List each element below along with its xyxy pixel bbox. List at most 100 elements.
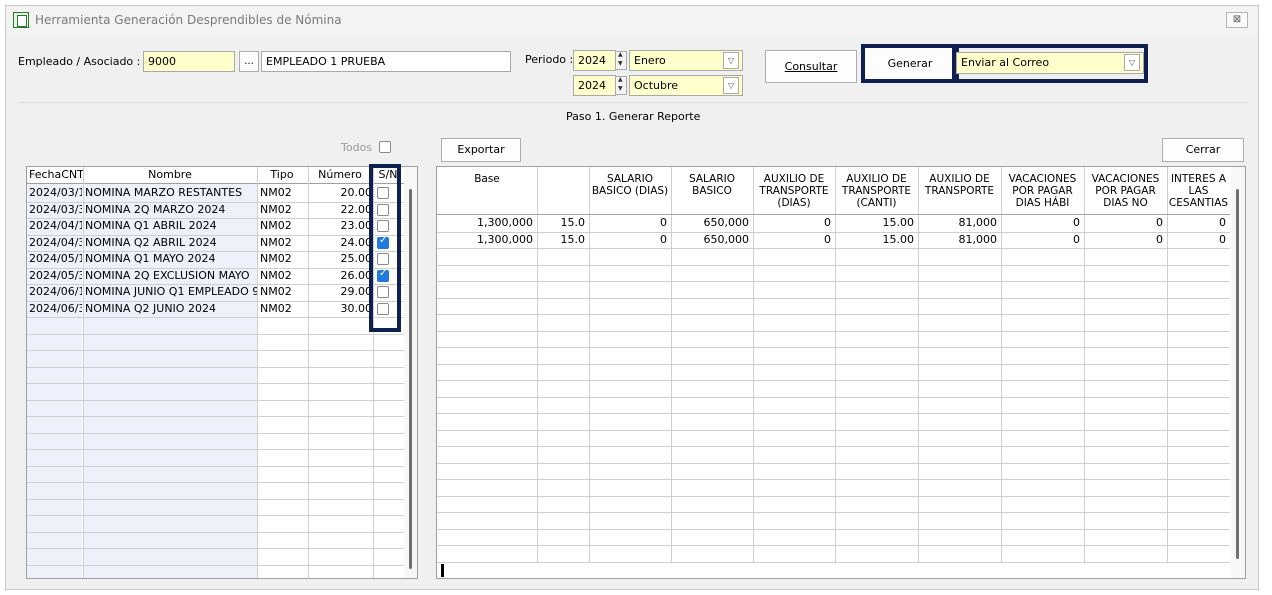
grid-row-divider [437, 413, 1230, 414]
table-row[interactable]: 2024/05/1 NOMINA Q1 MAYO 2024 NM02 25.00 [27, 251, 404, 268]
grid-row-divider [27, 449, 404, 450]
generar-button[interactable]: Generar [865, 48, 955, 79]
grid-row-divider [27, 482, 404, 483]
chevron-down-icon[interactable]: ▽ [723, 52, 739, 69]
cell-fecha: 2024/04/1 [29, 219, 82, 232]
todos-checkbox[interactable] [379, 141, 391, 153]
exportar-button[interactable]: Exportar [441, 138, 521, 162]
scroll-thumb[interactable] [1236, 189, 1239, 559]
grid-row-divider [437, 363, 1230, 365]
grid-row-divider [437, 512, 1230, 513]
cell-tipo: NM02 [260, 285, 292, 298]
cell-fecha: 2024/06/1 [29, 285, 82, 298]
report-column-header: SALARIO BASICO (DIAS) [591, 173, 669, 197]
close-button[interactable]: ⊠ [1226, 12, 1248, 28]
title-bar: Herramienta Generación Desprendibles de … [6, 6, 1258, 34]
grid-row-divider [437, 462, 1230, 464]
report-cell: 0 [1156, 232, 1163, 246]
cell-numero: 24.00 [340, 235, 373, 249]
cell-tipo: NM02 [260, 268, 292, 282]
table-row[interactable]: 2024/05/3 NOMINA 2Q EXCLUSION MAYO NM02 26.… [27, 268, 404, 285]
report-cell: 15.00 [882, 232, 915, 246]
cell-fecha: 2024/03/1 [29, 186, 82, 199]
table-row[interactable]: 1,300,000 15.0 0 650,000 0 15.00 81,000 0 0 0 [437, 215, 1230, 232]
grid-row-divider [27, 317, 404, 318]
send-option-select[interactable]: Enviar al Correo [956, 52, 1144, 74]
column-header-fecha: FechaCNT [29, 168, 84, 181]
report-grid-scrollbar[interactable] [1231, 167, 1245, 578]
table-row[interactable]: 2024/03/3 NOMINA 2Q MARZO 2024 NM02 22.00 [27, 202, 404, 219]
horizontal-scroll-thumb[interactable] [441, 564, 444, 577]
start-year-spinner-icon[interactable] [615, 51, 627, 70]
sn-column-highlight [369, 164, 401, 332]
chevron-down-icon[interactable]: ▽ [1124, 54, 1140, 71]
window-title: Herramienta Generación Desprendibles de … [35, 13, 342, 27]
scroll-thumb[interactable] [409, 189, 412, 569]
table-row[interactable]: 2024/03/1 NOMINA MARZO RESTANTES NM02 20.00 [27, 185, 404, 202]
end-year-spinner-icon[interactable] [615, 76, 627, 95]
report-column-header: VACACIONES POR PAGAR DIAS NO [1091, 173, 1160, 209]
cell-tipo: NM02 [260, 219, 292, 232]
cell-fecha: 2024/05/1 [29, 252, 82, 265]
table-row[interactable]: 2024/06/1 NOMINA JUNIO Q1 EMPLEADO 9 NM02 2… [27, 284, 404, 301]
header-separator [18, 102, 1248, 103]
left-grid-header: FechaCNT Nombre Tipo Número S/N [27, 167, 407, 184]
grid-row-divider [437, 297, 1230, 299]
grid-row-divider [27, 383, 404, 384]
table-row[interactable]: 1,300,000 15.0 0 650,000 0 15.00 81,000 0 0 0 [437, 232, 1230, 249]
left-grid-scrollbar[interactable] [404, 167, 417, 578]
grid-row-divider [437, 495, 1230, 497]
grid-row-divider [437, 561, 1230, 563]
grid-row-divider [27, 366, 404, 368]
employee-lookup-button[interactable]: ... [239, 51, 259, 72]
report-cell: 0 [660, 232, 667, 246]
start-year-field[interactable]: 2024 [573, 50, 616, 71]
report-cell: 15.0 [560, 232, 586, 246]
report-cell: 15.00 [882, 216, 915, 229]
grid-row-divider [27, 350, 404, 351]
cell-nombre: NOMINA 2Q MARZO 2024 [85, 202, 226, 216]
report-cell: 15.0 [560, 216, 586, 229]
grid-row-divider [437, 347, 1230, 348]
report-column-header: AUXILIO DE TRANSPORTE [924, 173, 995, 197]
cell-numero: 25.00 [340, 252, 373, 265]
report-cell: 0 [1156, 216, 1163, 229]
column-header-numero: Número [318, 168, 362, 181]
column-header-tipo: Tipo [270, 168, 294, 181]
report-column-header: VACACIONES POR PAGAR DIAS HÁBI [1008, 173, 1077, 209]
table-row[interactable]: 2024/04/1 NOMINA Q1 ABRIL 2024 NM02 23.00 [27, 218, 404, 235]
grid-row-divider [27, 564, 404, 566]
cell-tipo: NM02 [260, 252, 292, 265]
report-cell: 81,000 [958, 216, 998, 229]
table-row[interactable]: 2024/04/3 NOMINA Q2 ABRIL 2024 NM02 24.00 [27, 235, 404, 252]
cell-nombre: NOMINA JUNIO Q1 EMPLEADO 9 [85, 285, 257, 298]
report-cell: 0 [824, 216, 831, 229]
grid-row-divider [437, 380, 1230, 381]
grid-row-divider [437, 330, 1230, 332]
report-column-header: AUXILIO DE TRANSPORTE (CANTI) [841, 173, 912, 209]
report-cell: 1,300,000 [477, 216, 533, 229]
consultar-button[interactable]: Consultar [765, 50, 857, 83]
cell-numero: 26.00 [340, 268, 373, 282]
grid-row-divider [27, 515, 404, 516]
column-header-nombre: Nombre [148, 168, 192, 181]
grid-row-divider [437, 281, 1230, 282]
cell-nombre: NOMINA Q2 JUNIO 2024 [85, 301, 216, 315]
grid-row-divider [27, 333, 404, 335]
cell-nombre: NOMINA Q1 MAYO 2024 [85, 252, 216, 265]
table-row[interactable]: 2024/06/3 NOMINA Q2 JUNIO 2024 NM02 30.00 [27, 301, 404, 318]
cell-nombre: NOMINA 2Q EXCLUSION MAYO [85, 268, 250, 282]
grid-row-divider [27, 432, 404, 434]
cerrar-button[interactable]: Cerrar [1162, 138, 1244, 162]
chevron-down-icon[interactable]: ▽ [723, 77, 739, 94]
grid-row-divider [437, 248, 1230, 249]
cell-tipo: NM02 [260, 235, 292, 249]
end-year-field[interactable]: 2024 [573, 75, 616, 96]
grid-row-divider [437, 446, 1230, 447]
grid-row-divider [27, 399, 404, 401]
cell-numero: 20.00 [340, 186, 373, 199]
cell-fecha: 2024/06/3 [29, 301, 82, 315]
employee-code-field[interactable]: 9000 [143, 51, 235, 72]
employee-name-field: EMPLEADO 1 PRUEBA [261, 51, 511, 72]
grid-row-divider [27, 465, 404, 467]
